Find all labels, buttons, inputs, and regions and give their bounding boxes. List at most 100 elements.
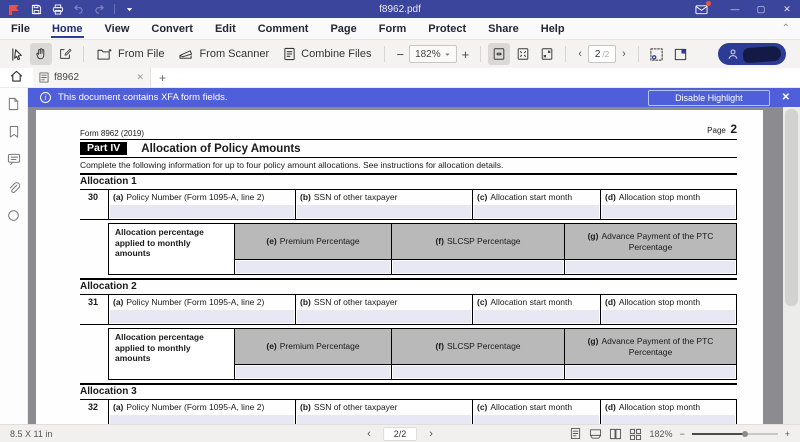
zoom-in-button[interactable]: + bbox=[785, 429, 790, 439]
select-tool-icon[interactable] bbox=[6, 43, 28, 65]
thumbnails-icon[interactable] bbox=[6, 96, 21, 111]
stamp-icon[interactable] bbox=[6, 208, 21, 223]
page-number-input[interactable]: 2 /2 bbox=[587, 45, 617, 63]
menu-edit[interactable]: Edit bbox=[204, 18, 247, 39]
workspace: i This document contains XFA form fields… bbox=[0, 88, 800, 424]
from-file-button[interactable]: From File bbox=[90, 43, 171, 65]
allocation-1-percentages: Allocation percentage applied to monthly… bbox=[108, 223, 737, 275]
titlebar-divider bbox=[114, 4, 115, 14]
menu-page[interactable]: Page bbox=[319, 18, 367, 39]
previous-page-button[interactable]: ‹ bbox=[361, 428, 377, 440]
aptc-percentage-field[interactable] bbox=[566, 366, 735, 378]
single-page-icon[interactable] bbox=[569, 427, 582, 440]
vertical-scrollbar[interactable] bbox=[783, 107, 800, 424]
new-tab-button[interactable]: + bbox=[151, 71, 174, 85]
undo-icon[interactable] bbox=[72, 3, 85, 16]
aptc-percentage-field[interactable] bbox=[566, 261, 735, 273]
comment-icon[interactable] bbox=[6, 152, 21, 167]
hand-tool-icon[interactable] bbox=[30, 43, 52, 65]
zoom-out-button[interactable]: − bbox=[679, 429, 684, 439]
snapshot-icon[interactable] bbox=[646, 43, 668, 65]
fit-width-icon[interactable] bbox=[512, 43, 534, 65]
zoom-out-button[interactable]: − bbox=[391, 47, 409, 62]
start-month-field[interactable] bbox=[474, 310, 599, 323]
menu-protect[interactable]: Protect bbox=[417, 18, 477, 39]
from-scanner-label: From Scanner bbox=[199, 48, 270, 60]
combine-files-button[interactable]: Combine Files bbox=[276, 43, 378, 65]
maximize-button[interactable]: ▢ bbox=[748, 0, 774, 18]
status-zoom-value: 182% bbox=[649, 428, 673, 439]
bookmark-icon[interactable] bbox=[6, 124, 21, 139]
mail-icon[interactable] bbox=[695, 0, 711, 16]
ssn-field[interactable] bbox=[297, 310, 471, 323]
fit-view-icon[interactable] bbox=[589, 427, 602, 440]
minimize-button[interactable]: — bbox=[722, 0, 748, 18]
slcsp-percentage-field[interactable] bbox=[393, 366, 563, 378]
grid-view-icon[interactable] bbox=[629, 427, 642, 440]
menu-home[interactable]: Home bbox=[41, 18, 94, 39]
close-button[interactable]: ✕ bbox=[774, 0, 800, 18]
print-icon[interactable] bbox=[51, 3, 64, 16]
start-month-field[interactable] bbox=[474, 415, 599, 424]
page-total: /2 bbox=[602, 49, 610, 59]
stop-month-field[interactable] bbox=[602, 310, 735, 323]
save-icon[interactable] bbox=[30, 3, 43, 16]
slcsp-percentage-field[interactable] bbox=[393, 261, 563, 273]
zoom-slider-thumb[interactable] bbox=[741, 430, 748, 437]
menu-file[interactable]: File bbox=[0, 18, 41, 39]
menu-help[interactable]: Help bbox=[530, 18, 576, 39]
fit-page-icon[interactable] bbox=[488, 43, 511, 65]
attachment-icon[interactable] bbox=[6, 180, 21, 195]
allocation-3-row: 32 (a) Policy Number (Form 1095-A, line 2… bbox=[80, 399, 737, 424]
disable-highlight-button[interactable]: Disable Highlight bbox=[648, 89, 770, 106]
allocation-2-percentages: Allocation percentage applied to monthly… bbox=[108, 328, 737, 380]
col-e-header: (e) Premium Percentage bbox=[235, 224, 391, 260]
tab-f8962[interactable]: f8962 ✕ bbox=[33, 68, 151, 87]
next-page-button[interactable]: › bbox=[423, 428, 439, 440]
scrollbar-thumb[interactable] bbox=[785, 109, 798, 306]
policy-number-field[interactable] bbox=[110, 205, 294, 218]
stop-month-field[interactable] bbox=[602, 205, 735, 218]
start-month-field[interactable] bbox=[474, 205, 599, 218]
allocation-3-title: Allocation 3 bbox=[80, 386, 137, 397]
document-view-area[interactable]: Form 8962 (2019) Page 2 Part IV Allocati… bbox=[28, 107, 800, 424]
zoom-slider[interactable] bbox=[691, 429, 778, 439]
from-scanner-button[interactable]: From Scanner bbox=[171, 43, 276, 65]
window-title: f8962.pdf bbox=[379, 3, 421, 15]
caret-down-icon[interactable] bbox=[123, 3, 136, 16]
policy-number-field[interactable] bbox=[110, 415, 294, 424]
edit-form-icon[interactable] bbox=[54, 43, 76, 65]
previous-page-button[interactable]: ‹ bbox=[572, 48, 588, 60]
stop-month-field[interactable] bbox=[602, 415, 735, 424]
menu-convert[interactable]: Convert bbox=[140, 18, 204, 39]
actual-size-icon[interactable] bbox=[536, 43, 558, 65]
part-instructions: Complete the following information for u… bbox=[80, 160, 504, 170]
two-page-icon[interactable] bbox=[609, 427, 622, 440]
home-icon[interactable] bbox=[10, 69, 23, 87]
premium-percentage-field[interactable] bbox=[236, 261, 390, 273]
clip-icon[interactable] bbox=[670, 43, 692, 65]
ssn-field[interactable] bbox=[297, 415, 471, 424]
form-page-number: 2 bbox=[730, 122, 737, 136]
col-a-header: (a) Policy Number (Form 1095-A, line 2) bbox=[113, 297, 265, 307]
collapse-toolbar-chevron[interactable]: ⌃ bbox=[782, 23, 790, 34]
tab-close-icon[interactable]: ✕ bbox=[136, 72, 144, 83]
redo-icon[interactable] bbox=[93, 3, 106, 16]
menu-view[interactable]: View bbox=[94, 18, 141, 39]
menu-form[interactable]: Form bbox=[368, 18, 418, 39]
zoom-level-select[interactable]: 182% bbox=[409, 45, 457, 63]
status-page-indicator[interactable]: 2/2 bbox=[382, 426, 418, 441]
premium-percentage-field[interactable] bbox=[236, 366, 390, 378]
policy-number-field[interactable] bbox=[110, 310, 294, 323]
zoom-in-button[interactable]: + bbox=[457, 47, 475, 62]
next-page-button[interactable]: › bbox=[616, 48, 632, 60]
percentage-label: Allocation percentage applied to monthly… bbox=[108, 223, 235, 275]
menu-comment[interactable]: Comment bbox=[247, 18, 320, 39]
notification-close-icon[interactable]: ✕ bbox=[770, 92, 800, 103]
account-button[interactable] bbox=[718, 43, 786, 65]
line-number: 32 bbox=[88, 402, 99, 412]
menu-share[interactable]: Share bbox=[477, 18, 530, 39]
ssn-field[interactable] bbox=[297, 205, 471, 218]
notification-message: This document contains XFA form fields. bbox=[58, 92, 228, 103]
part-title: Allocation of Policy Amounts bbox=[141, 142, 301, 155]
